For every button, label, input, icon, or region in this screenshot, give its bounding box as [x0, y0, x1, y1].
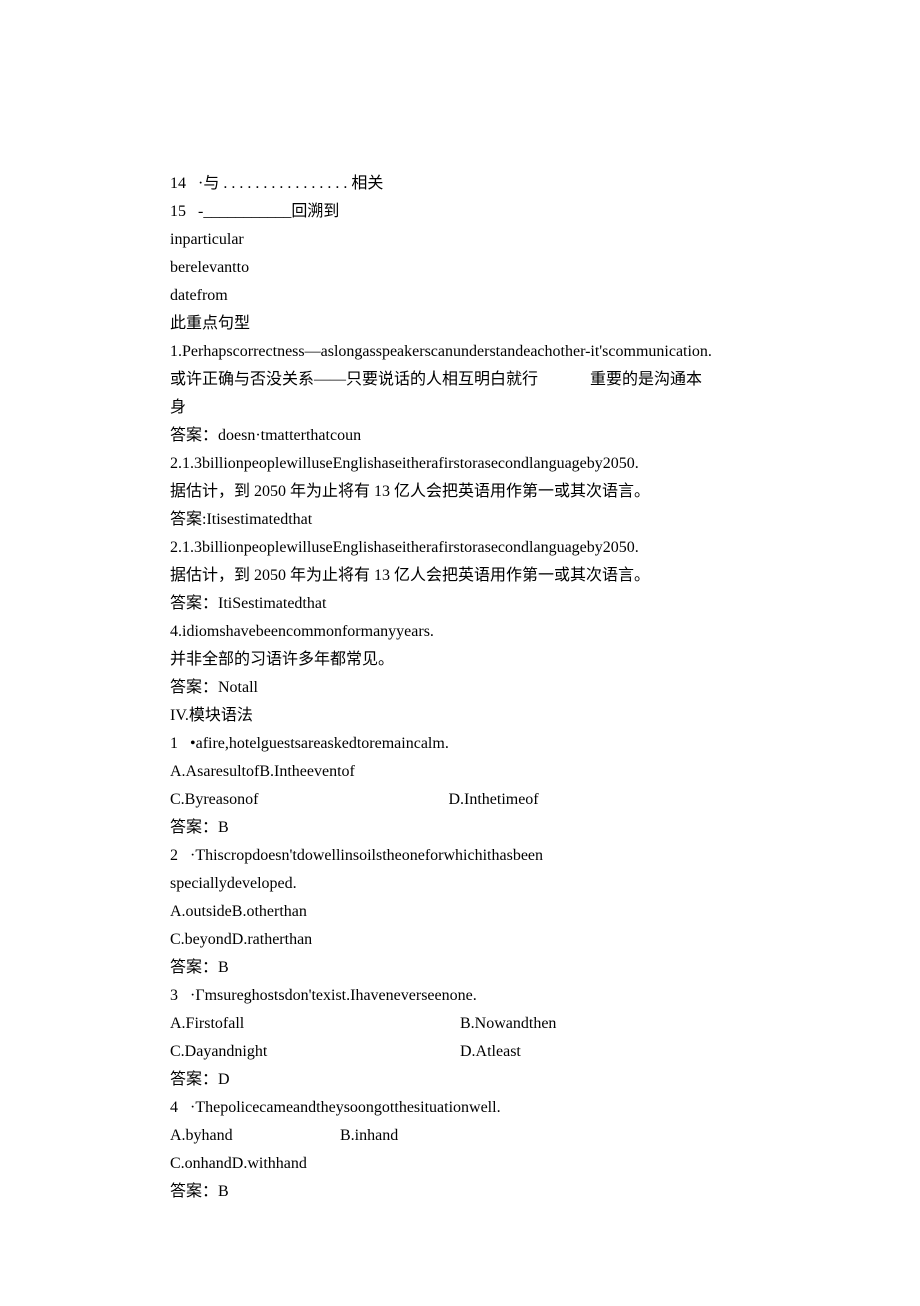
text-line: speciallydeveloped. [170, 870, 750, 898]
text-line: 据估计，到 2050 年为止将有 13 亿人会把英语用作第一或其次语言。 [170, 562, 750, 590]
text-line: 15 -___________回溯到 [170, 198, 750, 226]
option-line: C.beyondD.ratherthan [170, 926, 750, 954]
text-line: 并非全部的习语许多年都常见。 [170, 646, 750, 674]
answer-line: 答案：doesn·tmatterthatcoun [170, 422, 750, 450]
text-segment: 重要的是沟通本 [590, 366, 702, 394]
option-line: C.Dayandnight D.Atleast [170, 1038, 750, 1066]
text-line: 或许正确与否没关系——只要说话的人相互明白就行 重要的是沟通本 [170, 366, 750, 394]
answer-line: 答案：B [170, 954, 750, 982]
option-line: A.byhand B.inhand [170, 1122, 750, 1150]
option-b: B.inhand [340, 1122, 398, 1150]
text-line: 身 [170, 394, 750, 422]
option-line: A.outsideB.otherthan [170, 898, 750, 926]
text-segment: 或许正确与否没关系——只要说话的人相互明白就行 [170, 366, 538, 394]
answer-line: 答案：D [170, 1066, 750, 1094]
option-b: B.Nowandthen [460, 1010, 556, 1038]
option-a: A.byhand [170, 1122, 340, 1150]
document-page: 14 ·与 . . . . . . . . . . . . . . . . 相关… [0, 0, 920, 1306]
question-line: 1 •afire,hotelguestsareaskedtoremaincalm… [170, 730, 750, 758]
answer-line: 答案：ItiSestimatedthat [170, 590, 750, 618]
spacer [538, 366, 590, 394]
option-d: D.Atleast [460, 1038, 521, 1066]
option-d: D.Inthetimeof [448, 786, 538, 814]
text-line: 14 ·与 . . . . . . . . . . . . . . . . 相关 [170, 170, 750, 198]
question-line: 3 ·Γmsureghostsdon'texist.Ihaveneverseen… [170, 982, 750, 1010]
option-line: C.Byreasonof D.Inthetimeof [170, 786, 750, 814]
option-line: A.Firstofall B.Nowandthen [170, 1010, 750, 1038]
option-c: C.Dayandnight [170, 1038, 460, 1066]
option-line: C.onhandD.withhand [170, 1150, 750, 1178]
answer-line: 答案：Notall [170, 674, 750, 702]
option-c: C.Byreasonof [170, 786, 258, 814]
text-line: 4.idiomshavebeencommonformanyyears. [170, 618, 750, 646]
text-line: 2.1.3billionpeoplewilluseEnglishaseither… [170, 450, 750, 478]
option-a: A.Firstofall [170, 1010, 460, 1038]
answer-line: 答案：B [170, 814, 750, 842]
option-line: A.AsaresultofB.Intheeventof [170, 758, 750, 786]
section-heading: 此重点句型 [170, 310, 750, 338]
text-line: inparticular [170, 226, 750, 254]
answer-line: 答案:Itisestimatedthat [170, 506, 750, 534]
text-line: 1.Perhapscorrectness—aslongasspeakerscan… [170, 338, 750, 366]
text-line: 据估计，到 2050 年为止将有 13 亿人会把英语用作第一或其次语言。 [170, 478, 750, 506]
text-line: berelevantto [170, 254, 750, 282]
text-line: datefrom [170, 282, 750, 310]
spacer [258, 786, 448, 814]
text-line: 2.1.3billionpeoplewilluseEnglishaseither… [170, 534, 750, 562]
question-line: 4 ·Thepolicecameandtheysoongotthesituati… [170, 1094, 750, 1122]
question-line: 2 ·Thiscropdoesn'tdowellinsoilstheonefor… [170, 842, 750, 870]
answer-line: 答案：B [170, 1178, 750, 1206]
section-heading: IV.模块语法 [170, 702, 750, 730]
